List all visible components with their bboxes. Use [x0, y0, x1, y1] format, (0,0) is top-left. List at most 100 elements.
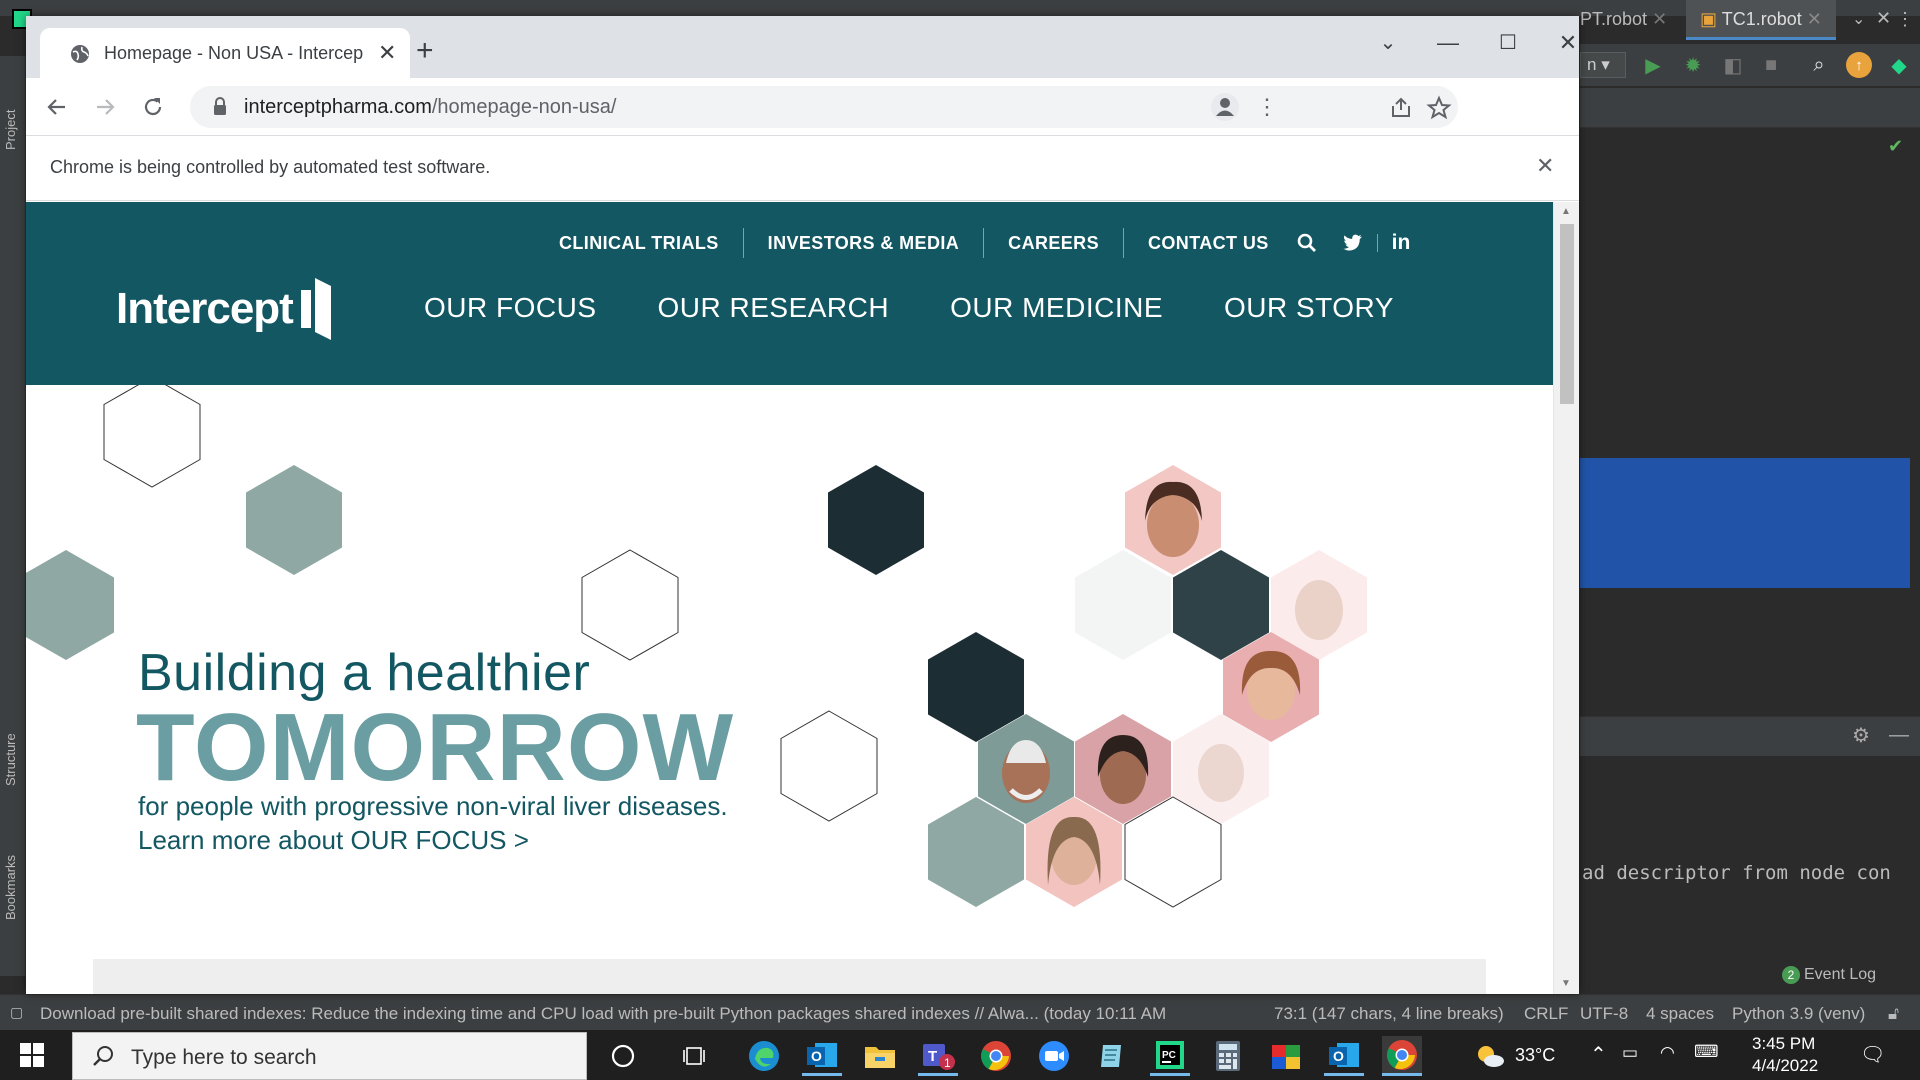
- search-everywhere-icon[interactable]: ⌕: [1806, 52, 1832, 78]
- notepad-icon[interactable]: [1092, 1036, 1132, 1076]
- share-icon[interactable]: [1388, 95, 1414, 121]
- infobar-close-icon[interactable]: ✕: [1536, 153, 1554, 179]
- project-tool-tab[interactable]: Project: [3, 110, 18, 150]
- reload-icon[interactable]: [136, 90, 170, 124]
- keyboard-icon[interactable]: ⌨: [1694, 1042, 1719, 1062]
- tabs-dropdown-icon[interactable]: ⌄: [1852, 0, 1865, 40]
- stop-icon[interactable]: ■: [1758, 52, 1784, 78]
- paint-icon[interactable]: [1266, 1036, 1306, 1076]
- teams-icon[interactable]: T1: [918, 1036, 958, 1076]
- tabs-more-icon[interactable]: ⋮: [1896, 0, 1914, 40]
- event-log-button[interactable]: 2 Event Log: [1782, 966, 1876, 984]
- nav-our-medicine[interactable]: OUR MEDICINE: [950, 292, 1163, 324]
- clock-time[interactable]: 3:45 PM: [1752, 1034, 1815, 1054]
- forward-icon[interactable]: [88, 90, 122, 124]
- svg-text:PC: PC: [1162, 1050, 1176, 1061]
- editor-selection: [1580, 458, 1910, 588]
- cortana-icon[interactable]: [603, 1036, 643, 1076]
- battery-icon[interactable]: ▭: [1622, 1043, 1638, 1063]
- status-interpreter[interactable]: Python 3.9 (venv): [1732, 1004, 1865, 1024]
- editor-area[interactable]: [1580, 130, 1920, 716]
- intercept-logo[interactable]: Intercept: [116, 276, 335, 342]
- update-icon[interactable]: ↑: [1846, 52, 1872, 78]
- weather-icon[interactable]: [1470, 1036, 1510, 1076]
- bookmarks-tool-tab[interactable]: Bookmarks: [3, 855, 18, 920]
- clock-date[interactable]: 4/4/2022: [1752, 1056, 1818, 1076]
- run-config-dropdown[interactable]: n ▾: [1580, 52, 1626, 78]
- nav-our-story[interactable]: OUR STORY: [1224, 292, 1394, 324]
- status-indent[interactable]: 4 spaces: [1646, 1004, 1714, 1024]
- console-output: ad descriptor from node con: [1582, 862, 1891, 884]
- hide-panel-icon[interactable]: —: [1886, 722, 1912, 748]
- scroll-down-icon[interactable]: ▼: [1561, 978, 1571, 989]
- editor-tab-tc1[interactable]: ▣ TC1.robot ✕: [1686, 0, 1836, 40]
- calculator-icon[interactable]: [1208, 1036, 1248, 1076]
- infobar-message: Chrome is being controlled by automated …: [50, 157, 491, 177]
- lock-icon[interactable]: [212, 97, 228, 117]
- task-view-icon[interactable]: [675, 1036, 715, 1076]
- globe-icon: [71, 45, 89, 63]
- new-tab-icon[interactable]: +: [416, 36, 434, 66]
- automation-infobar: Chrome is being controlled by automated …: [26, 137, 1579, 201]
- maximize-icon[interactable]: ☐: [1488, 30, 1528, 55]
- chrome-menu-icon[interactable]: ⋮: [1250, 90, 1284, 124]
- settings-icon[interactable]: ⚙: [1848, 722, 1874, 748]
- file-explorer-icon[interactable]: [860, 1036, 900, 1076]
- structure-tool-tab[interactable]: Structure: [3, 733, 18, 786]
- status-line-separator[interactable]: CRLF: [1524, 1004, 1568, 1024]
- coverage-icon[interactable]: ◧: [1720, 52, 1746, 78]
- zoom-icon[interactable]: [1034, 1036, 1074, 1076]
- page-scrollbar[interactable]: ▲ ▼: [1553, 202, 1579, 994]
- edge-icon[interactable]: [744, 1036, 784, 1076]
- tab-close-icon[interactable]: ✕: [378, 40, 396, 66]
- search-icon[interactable]: [1297, 233, 1317, 253]
- scroll-thumb[interactable]: [1560, 224, 1574, 404]
- url-text: interceptpharma.com/homepage-non-usa/: [244, 96, 617, 118]
- status-message[interactable]: Download pre-built shared indexes: Reduc…: [40, 1004, 1166, 1024]
- pycharm-icon[interactable]: PC: [1150, 1036, 1190, 1076]
- nav-our-focus[interactable]: OUR FOCUS: [424, 292, 597, 324]
- windows-start-icon[interactable]: [20, 1043, 44, 1067]
- twitter-icon[interactable]: [1343, 234, 1378, 252]
- bookmark-star-icon[interactable]: [1426, 95, 1452, 121]
- status-position[interactable]: 73:1 (147 chars, 4 line breaks): [1274, 1004, 1504, 1024]
- debug-icon[interactable]: ✹: [1680, 52, 1706, 78]
- hero-banner: Building a healthier TOMORROW for people…: [26, 385, 1553, 994]
- chrome-window: Homepage - Non USA - Intercep ✕ + ⌄ — ☐ …: [26, 16, 1579, 994]
- profile-avatar-icon[interactable]: [1210, 92, 1240, 122]
- chrome-icon[interactable]: [1382, 1036, 1422, 1076]
- nav-clinical-trials[interactable]: CLINICAL TRIALS: [559, 228, 744, 258]
- outlook-icon[interactable]: O: [1324, 1036, 1364, 1076]
- weather-temperature[interactable]: 33°C: [1515, 1045, 1555, 1066]
- editor-tab-pt[interactable]: PT.robot ✕: [1580, 0, 1680, 40]
- taskbar-search-box[interactable]: Type here to search: [72, 1032, 587, 1080]
- browser-tab[interactable]: Homepage - Non USA - Intercep ✕: [40, 28, 410, 78]
- nav-contact-us[interactable]: CONTACT US: [1124, 228, 1293, 258]
- nav-our-research[interactable]: OUR RESEARCH: [658, 292, 890, 324]
- chrome-icon[interactable]: [976, 1036, 1016, 1076]
- notifications-icon[interactable]: 🗨︎: [1860, 1042, 1885, 1067]
- tray-overflow-icon[interactable]: ⌃: [1590, 1042, 1607, 1067]
- linkedin-icon[interactable]: in: [1392, 231, 1411, 255]
- svg-text:1: 1: [944, 1056, 951, 1070]
- nav-investors-media[interactable]: INVESTORS & MEDIA: [744, 228, 985, 258]
- run-icon[interactable]: ▶: [1640, 52, 1666, 78]
- status-encoding[interactable]: UTF-8: [1580, 1004, 1628, 1024]
- scroll-up-icon[interactable]: ▲: [1561, 206, 1571, 217]
- lock-icon[interactable]: 🔓︎: [1888, 1004, 1899, 1024]
- nav-careers[interactable]: CAREERS: [984, 228, 1124, 258]
- tab-title: Homepage - Non USA - Intercep: [104, 43, 364, 63]
- ide-close-icon[interactable]: ✕: [1876, 8, 1891, 29]
- hero-cta-link[interactable]: Learn more about OUR FOCUS >: [138, 825, 529, 856]
- browser-toolbar: interceptpharma.com/homepage-non-usa/ ⋮: [26, 78, 1579, 136]
- wifi-icon[interactable]: ◠: [1660, 1043, 1675, 1063]
- back-icon[interactable]: [40, 90, 74, 124]
- outlook-icon[interactable]: O: [802, 1036, 842, 1076]
- page-viewport[interactable]: CLINICAL TRIALS INVESTORS & MEDIA CAREER…: [26, 202, 1553, 994]
- tab-search-icon[interactable]: ⌄: [1368, 30, 1408, 55]
- logo-mark-icon: [300, 278, 331, 340]
- minimize-icon[interactable]: —: [1428, 30, 1468, 56]
- close-window-icon[interactable]: ✕: [1548, 30, 1579, 56]
- jetbrains-icon[interactable]: ◆: [1886, 52, 1912, 78]
- statusbar-toggle-icon[interactable]: ▢: [10, 1004, 23, 1021]
